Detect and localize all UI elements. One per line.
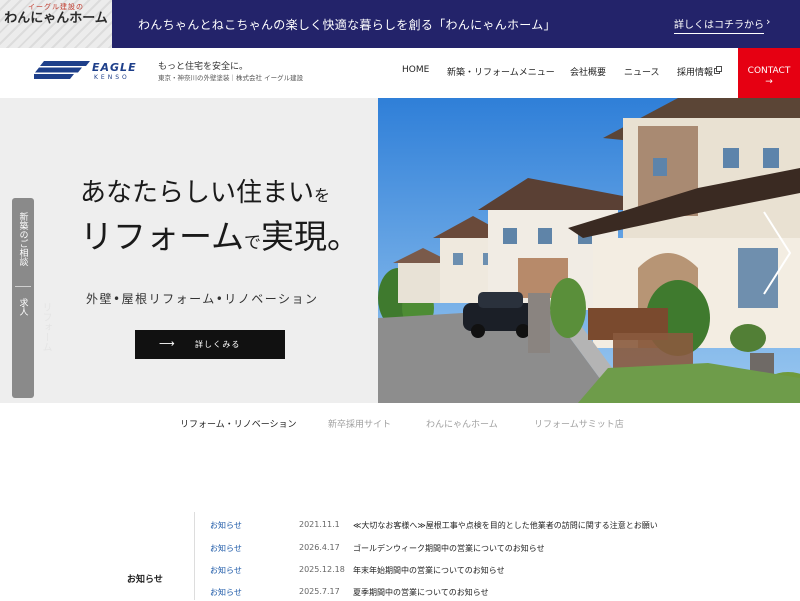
wannyan-logo-text: わんにゃんホーム	[4, 11, 108, 26]
nav-item-news[interactable]: ニュース	[624, 65, 660, 78]
side-floating-tab: 新築のご相談 求人	[12, 198, 34, 398]
promo-banner: イーグル建設の わんにゃんホーム わんちゃんとねこちゃんの楽しく快適な暮らしを創…	[0, 0, 800, 48]
hero-headline-line1: あなたらしい住まいを	[80, 172, 330, 209]
residential-street-houses-photo	[378, 98, 800, 403]
external-link-icon	[714, 66, 722, 74]
news-item[interactable]: お知らせ 2021.11.1 ≪大切なお客様へ≫屋根工事や点検を目的とした他業者…	[210, 520, 790, 534]
hero-headline-line1-particle: を	[314, 186, 331, 205]
news-date: 2021.11.1	[299, 520, 340, 529]
chevron-right-icon: ›	[766, 15, 771, 28]
news-item[interactable]: お知らせ 2025.7.17 夏季期間中の営業についてのお知らせ	[210, 587, 790, 601]
category-tabs: リフォーム・リノベーション 新卒採用サイト わんにゃんホーム リフォームサミット…	[0, 417, 800, 431]
news-title: 年末年始期間中の営業についてのお知らせ	[353, 566, 505, 575]
hero-headline-line2: リフォームで実現。	[80, 210, 360, 258]
nav-item-recruit[interactable]: 採用情報	[677, 65, 713, 78]
tab-new-graduate-recruit[interactable]: 新卒採用サイト	[328, 417, 391, 430]
news-category: お知らせ	[210, 521, 242, 530]
brand-wordmark: EAGLE	[92, 61, 137, 74]
nav-item-menu[interactable]: 新築・リフォームメニュー	[447, 65, 555, 78]
eagle-kenso-logo[interactable]: EAGLE KENSO	[34, 60, 146, 86]
news-date: 2026.4.17	[299, 543, 340, 552]
header-tagline-sub: 東京・神奈川の外壁塗装｜株式会社 イーグル建設	[158, 74, 304, 82]
long-arrow-right-icon: ⟶	[159, 337, 175, 350]
news-divider	[194, 512, 195, 600]
nav-item-home[interactable]: HOME	[402, 65, 429, 75]
site-header: EAGLE KENSO もっと住宅を安全に。 東京・神奈川の外壁塗装｜株式会社 …	[0, 48, 800, 98]
contact-button[interactable]: CONTACT →	[738, 48, 800, 98]
header-tagline: もっと住宅を安全に。	[158, 62, 249, 72]
arrow-right-icon: →	[765, 77, 773, 87]
contact-label: CONTACT	[747, 66, 791, 76]
hero-headline-realize: 実現。	[261, 217, 361, 256]
tab-wannyan-home[interactable]: わんにゃんホーム	[426, 417, 498, 430]
hero-details-label: 詳しくみる	[195, 340, 241, 349]
news-section-label: お知らせ	[127, 575, 163, 585]
side-tab-divider	[15, 286, 31, 287]
nav-item-company[interactable]: 会社概要	[570, 65, 606, 78]
news-title: ゴールデンウィーク期間中の営業についてのお知らせ	[353, 544, 545, 553]
tab-reform-renovation[interactable]: リフォーム・リノベーション	[180, 417, 297, 430]
news-category: お知らせ	[210, 566, 242, 575]
hero-headline-line2-particle: で	[244, 233, 262, 253]
news-category: お知らせ	[210, 544, 242, 553]
news-date: 2025.7.17	[299, 587, 340, 596]
hero-headline-line1-main: あなたらしい住まい	[80, 178, 315, 208]
news-title: ≪大切なお客様へ≫屋根工事や点検を目的とした他業者の訪問に関する注意とお願い	[353, 521, 658, 530]
promo-details-link[interactable]: 詳しくはコチラから	[674, 16, 764, 34]
hero-section: 新築のご相談 求人 リフォーム あなたらしい住まいを リフォームで実現。 外壁•…	[0, 98, 800, 403]
news-item[interactable]: お知らせ 2026.4.17 ゴールデンウィーク期間中の営業についてのお知らせ	[210, 543, 790, 557]
news-date: 2025.12.18	[299, 565, 345, 574]
hero-details-button[interactable]: ⟶ 詳しくみる	[135, 330, 285, 359]
side-tab-recruit[interactable]: 求人	[12, 298, 34, 318]
brand-subword: KENSO	[94, 74, 130, 81]
carousel-next-arrow-icon[interactable]	[760, 208, 794, 298]
side-tab-newbuild-consult[interactable]: 新築のご相談	[12, 212, 34, 282]
hero-headline-reform: リフォーム	[80, 217, 245, 256]
wannyan-home-logo[interactable]: イーグル建設の わんにゃんホーム	[0, 0, 112, 48]
hero-photo	[378, 98, 800, 403]
tab-reform-summit-store[interactable]: リフォームサミット店	[534, 417, 624, 430]
news-item[interactable]: お知らせ 2025.12.18 年末年始期間中の営業についてのお知らせ	[210, 565, 790, 579]
eagle-wing-icon	[34, 61, 90, 79]
news-title: 夏季期間中の営業についてのお知らせ	[353, 588, 489, 597]
side-ghost-text: リフォーム	[40, 302, 51, 352]
news-category: お知らせ	[210, 588, 242, 597]
promo-message: わんちゃんとねこちゃんの楽しく快適な暮らしを創る「わんにゃんホーム」	[138, 18, 556, 32]
hero-subtitle: 外壁•屋根リフォーム•リノベーション	[86, 292, 319, 306]
